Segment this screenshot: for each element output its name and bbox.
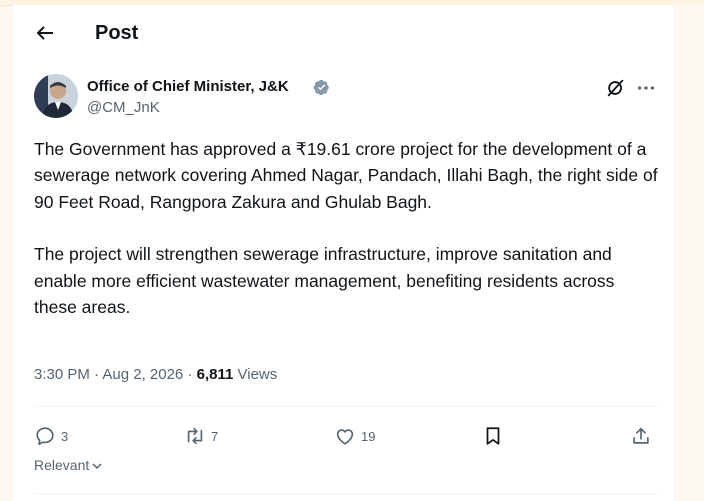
avatar-image	[34, 74, 78, 118]
repost-icon	[187, 427, 203, 445]
reply-count: 3	[61, 428, 69, 444]
grok-icon[interactable]	[605, 77, 627, 99]
verified-badge-icon	[313, 79, 329, 96]
author-name[interactable]: Office of Chief Minister, J&K	[87, 77, 289, 97]
post-paragraph-1: The Government has approved a ₹19.61 cro…	[34, 139, 658, 212]
repost-button[interactable]: 7	[184, 418, 218, 454]
bookmark-icon	[486, 427, 500, 445]
post-text: The Government has approved a ₹19.61 cro…	[34, 136, 662, 346]
arrow-left-icon[interactable]	[33, 21, 57, 45]
post-paragraph-2: The project will strengthen sewerage inf…	[34, 244, 615, 318]
avatar[interactable]	[34, 74, 78, 118]
reply-button[interactable]: 3	[34, 418, 68, 454]
page-margin	[674, 5, 704, 501]
post-panel: Post Office of Chief Minister, J&K @CM_J…	[12, 5, 675, 501]
post-meta: 3:30 PM · Aug 2, 2026 · 6,811 Views	[34, 365, 277, 385]
share-icon	[633, 427, 649, 444]
sort-label: Relevant	[34, 457, 90, 473]
reply-icon	[36, 427, 54, 446]
bookmark-button[interactable]	[482, 418, 504, 454]
like-button[interactable]: 19	[334, 418, 375, 454]
share-button[interactable]	[630, 418, 652, 454]
post-header: Post	[13, 5, 674, 61]
meta-separator: ·	[187, 366, 193, 383]
view-count: 6,811	[196, 366, 234, 383]
sort-replies-dropdown[interactable]: Relevant	[34, 457, 103, 473]
divider	[34, 406, 659, 407]
action-bar: 3 7 19	[34, 418, 659, 454]
page-title: Post	[95, 22, 139, 44]
views-label: Views	[237, 366, 278, 383]
repost-count: 7	[211, 428, 219, 444]
like-count: 19	[361, 428, 376, 444]
more-horizontal-icon[interactable]	[635, 77, 657, 99]
author-handle[interactable]: @CM_JnK	[87, 98, 160, 118]
heart-icon	[336, 429, 354, 445]
chevron-down-icon	[92, 463, 102, 470]
post-timestamp[interactable]: 3:30 PM · Aug 2, 2026	[34, 366, 183, 383]
divider	[34, 493, 659, 494]
